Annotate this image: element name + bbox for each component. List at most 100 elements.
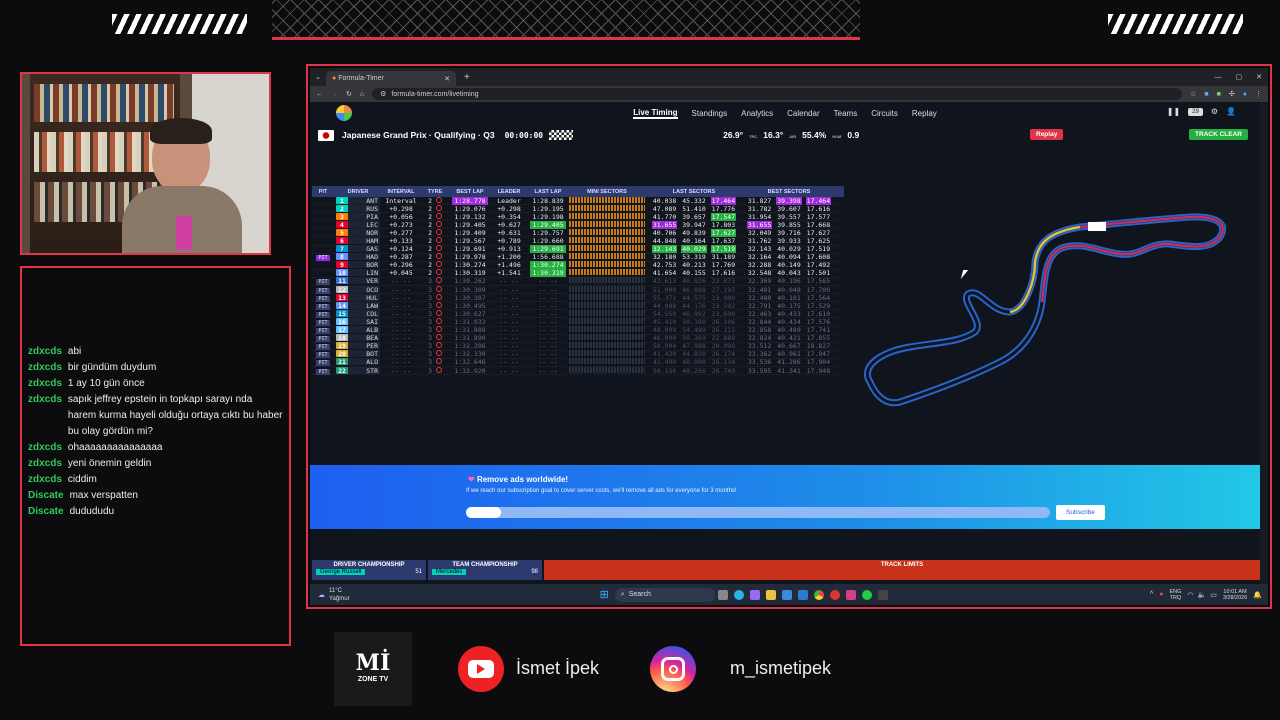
driver-badge[interactable]: 22 STR — [336, 366, 380, 374]
maximize-icon[interactable]: ▢ — [1236, 73, 1243, 81]
driver-badge[interactable]: 13 HUL — [336, 293, 380, 301]
driver-badge[interactable]: 17 ALB — [336, 326, 380, 334]
header-leader[interactable]: LEADER — [490, 189, 528, 195]
driver-badge[interactable]: 5 NOR — [336, 228, 380, 236]
extensions-puzzle-icon[interactable]: ✣ — [1229, 90, 1235, 98]
table-row[interactable]: PIT 22 STR -- -- 3 1:32.920 -- -- -- -- 50.136 … — [312, 366, 844, 376]
settings-gear-icon[interactable]: ⚙ — [1211, 107, 1218, 116]
tray-app-icon[interactable]: ● — [1159, 591, 1163, 598]
subscribe-button[interactable]: Subscribe — [1056, 505, 1105, 520]
extension-icon[interactable]: ■ — [1204, 91, 1208, 98]
site-info-icon[interactable]: ⚙ — [380, 90, 386, 98]
minimize-icon[interactable]: — — [1215, 74, 1222, 81]
driver-badge[interactable]: 11 VER — [336, 277, 380, 285]
header-best-lap[interactable]: BEST LAP — [450, 189, 490, 195]
header-best-sectors[interactable]: BEST SECTORS — [742, 189, 836, 195]
driver-badge[interactable]: 21 ALO — [336, 358, 380, 366]
tab-formula-timer[interactable]: ● Formula-Timer ✕ — [326, 71, 456, 86]
lang-secondary[interactable]: TRQ — [1170, 595, 1182, 601]
chat-username[interactable]: zdxcds — [28, 360, 62, 376]
task-view-icon[interactable] — [717, 589, 728, 600]
taskbar-search[interactable]: ⌕ Search — [614, 587, 715, 602]
tab-close-icon[interactable]: ✕ — [444, 75, 450, 83]
driver-badge[interactable]: 14 LAW — [336, 301, 380, 309]
chrome-icon[interactable] — [813, 589, 824, 600]
driver-badge[interactable]: 16 SAI — [336, 317, 380, 325]
team-championship-panel[interactable]: TEAM CHAMPIONSHIP Mercedes 98 — [428, 560, 542, 580]
home-icon[interactable]: ⌂ — [360, 91, 364, 98]
pause-icon[interactable]: ❚❚ — [1167, 107, 1180, 116]
chat-username[interactable]: zdxcds — [28, 392, 62, 440]
obs-icon[interactable] — [877, 589, 888, 600]
mail-icon[interactable] — [797, 589, 808, 600]
chat-username[interactable]: zdxcds — [28, 472, 62, 488]
battery-icon[interactable]: ▭ — [1210, 591, 1217, 599]
chat-username[interactable]: Discate — [28, 504, 64, 520]
driver-badge[interactable]: 19 PER — [336, 342, 380, 350]
driver-badge[interactable]: 4 LEC — [336, 220, 380, 228]
extension-icon-2[interactable]: ■ — [1217, 91, 1221, 98]
driver-championship-panel[interactable]: DRIVER CHAMPIONSHIP George Russell 51 — [312, 560, 426, 580]
start-windows-icon[interactable]: ⊞ — [600, 588, 609, 601]
header-driver[interactable]: DRIVER — [334, 189, 382, 195]
file-explorer-icon[interactable] — [765, 589, 776, 600]
driver-badge[interactable]: 12 OCO — [336, 285, 380, 293]
instagram-taskbar-icon[interactable] — [845, 589, 856, 600]
close-window-icon[interactable]: ✕ — [1256, 73, 1262, 81]
user-icon[interactable]: 👤 — [1226, 107, 1236, 116]
driver-badge[interactable]: 8 HAD — [336, 253, 380, 261]
url-field[interactable]: ⚙ formula-timer.com/livetiming — [372, 88, 1183, 100]
driver-badge[interactable]: 9 BOR — [336, 261, 380, 269]
nav-replay[interactable]: Replay — [912, 109, 937, 118]
replay-button[interactable]: Replay — [1030, 129, 1064, 140]
wifi-icon[interactable]: ◠ — [1187, 591, 1193, 599]
notification-icon[interactable]: 🔔 — [1253, 591, 1262, 599]
nav-live-timing[interactable]: Live Timing — [633, 108, 678, 119]
nav-teams[interactable]: Teams — [834, 109, 858, 118]
header-last-sectors[interactable]: LAST SECTORS — [646, 189, 742, 195]
driver-badge[interactable]: 15 COL — [336, 309, 380, 317]
store-icon[interactable] — [781, 589, 792, 600]
header-mini-sectors[interactable]: MINI SECTORS — [568, 189, 646, 195]
position: 8 — [336, 253, 348, 261]
chat-username[interactable]: zdxcds — [28, 456, 62, 472]
driver-badge[interactable]: 1 ANT — [336, 196, 380, 204]
chat-username[interactable]: zdxcds — [28, 376, 62, 392]
nav-analytics[interactable]: Analytics — [741, 109, 773, 118]
chat-username[interactable]: zdxcds — [28, 344, 62, 360]
whatsapp-icon[interactable] — [861, 589, 872, 600]
driver-badge[interactable]: 10 LIN — [336, 269, 380, 277]
profile-icon[interactable]: ● — [1243, 91, 1247, 98]
clock-date[interactable]: 3/28/2026 — [1223, 595, 1247, 601]
back-icon[interactable]: ← — [316, 91, 323, 98]
site-logo[interactable] — [336, 105, 352, 121]
driver-badge[interactable]: 18 BEA — [336, 334, 380, 342]
header-pit[interactable]: PIT — [312, 189, 334, 195]
header-tyre[interactable]: TYRE — [420, 189, 450, 195]
edge-icon[interactable] — [733, 589, 744, 600]
chat-username[interactable]: zdxcds — [28, 440, 62, 456]
nav-circuits[interactable]: Circuits — [871, 109, 898, 118]
driver-badge[interactable]: 7 GAS — [336, 245, 380, 253]
weather-icon[interactable]: ☁ — [318, 591, 325, 599]
track-limits-panel[interactable]: TRACK LIMITS — [544, 560, 1260, 580]
new-tab-icon[interactable]: + — [464, 72, 470, 83]
nav-standings[interactable]: Standings — [692, 109, 728, 118]
forward-icon[interactable]: → — [331, 91, 338, 98]
tray-chevron-icon[interactable]: ^ — [1150, 591, 1153, 598]
browser-menu-icon[interactable]: ⋮ — [1255, 90, 1262, 98]
nav-calendar[interactable]: Calendar — [787, 109, 819, 118]
driver-badge[interactable]: 20 BOT — [336, 350, 380, 358]
driver-badge[interactable]: 2 RUS — [336, 204, 380, 212]
app-icon-red[interactable] — [829, 589, 840, 600]
driver-badge[interactable]: 6 HAM — [336, 237, 380, 245]
volume-icon[interactable]: 🔈 — [1197, 591, 1206, 599]
driver-badge[interactable]: 3 PIA — [336, 212, 380, 220]
reload-icon[interactable]: ↻ — [346, 90, 352, 98]
copilot-icon[interactable] — [749, 589, 760, 600]
tab-menu-icon[interactable]: ⌄ — [310, 73, 326, 81]
header-last-lap[interactable]: LAST LAP — [528, 189, 568, 195]
header-interval[interactable]: INTERVAL — [382, 189, 420, 195]
chat-username[interactable]: Discate — [28, 488, 64, 504]
bookmark-star-icon[interactable]: ☆ — [1190, 90, 1196, 98]
